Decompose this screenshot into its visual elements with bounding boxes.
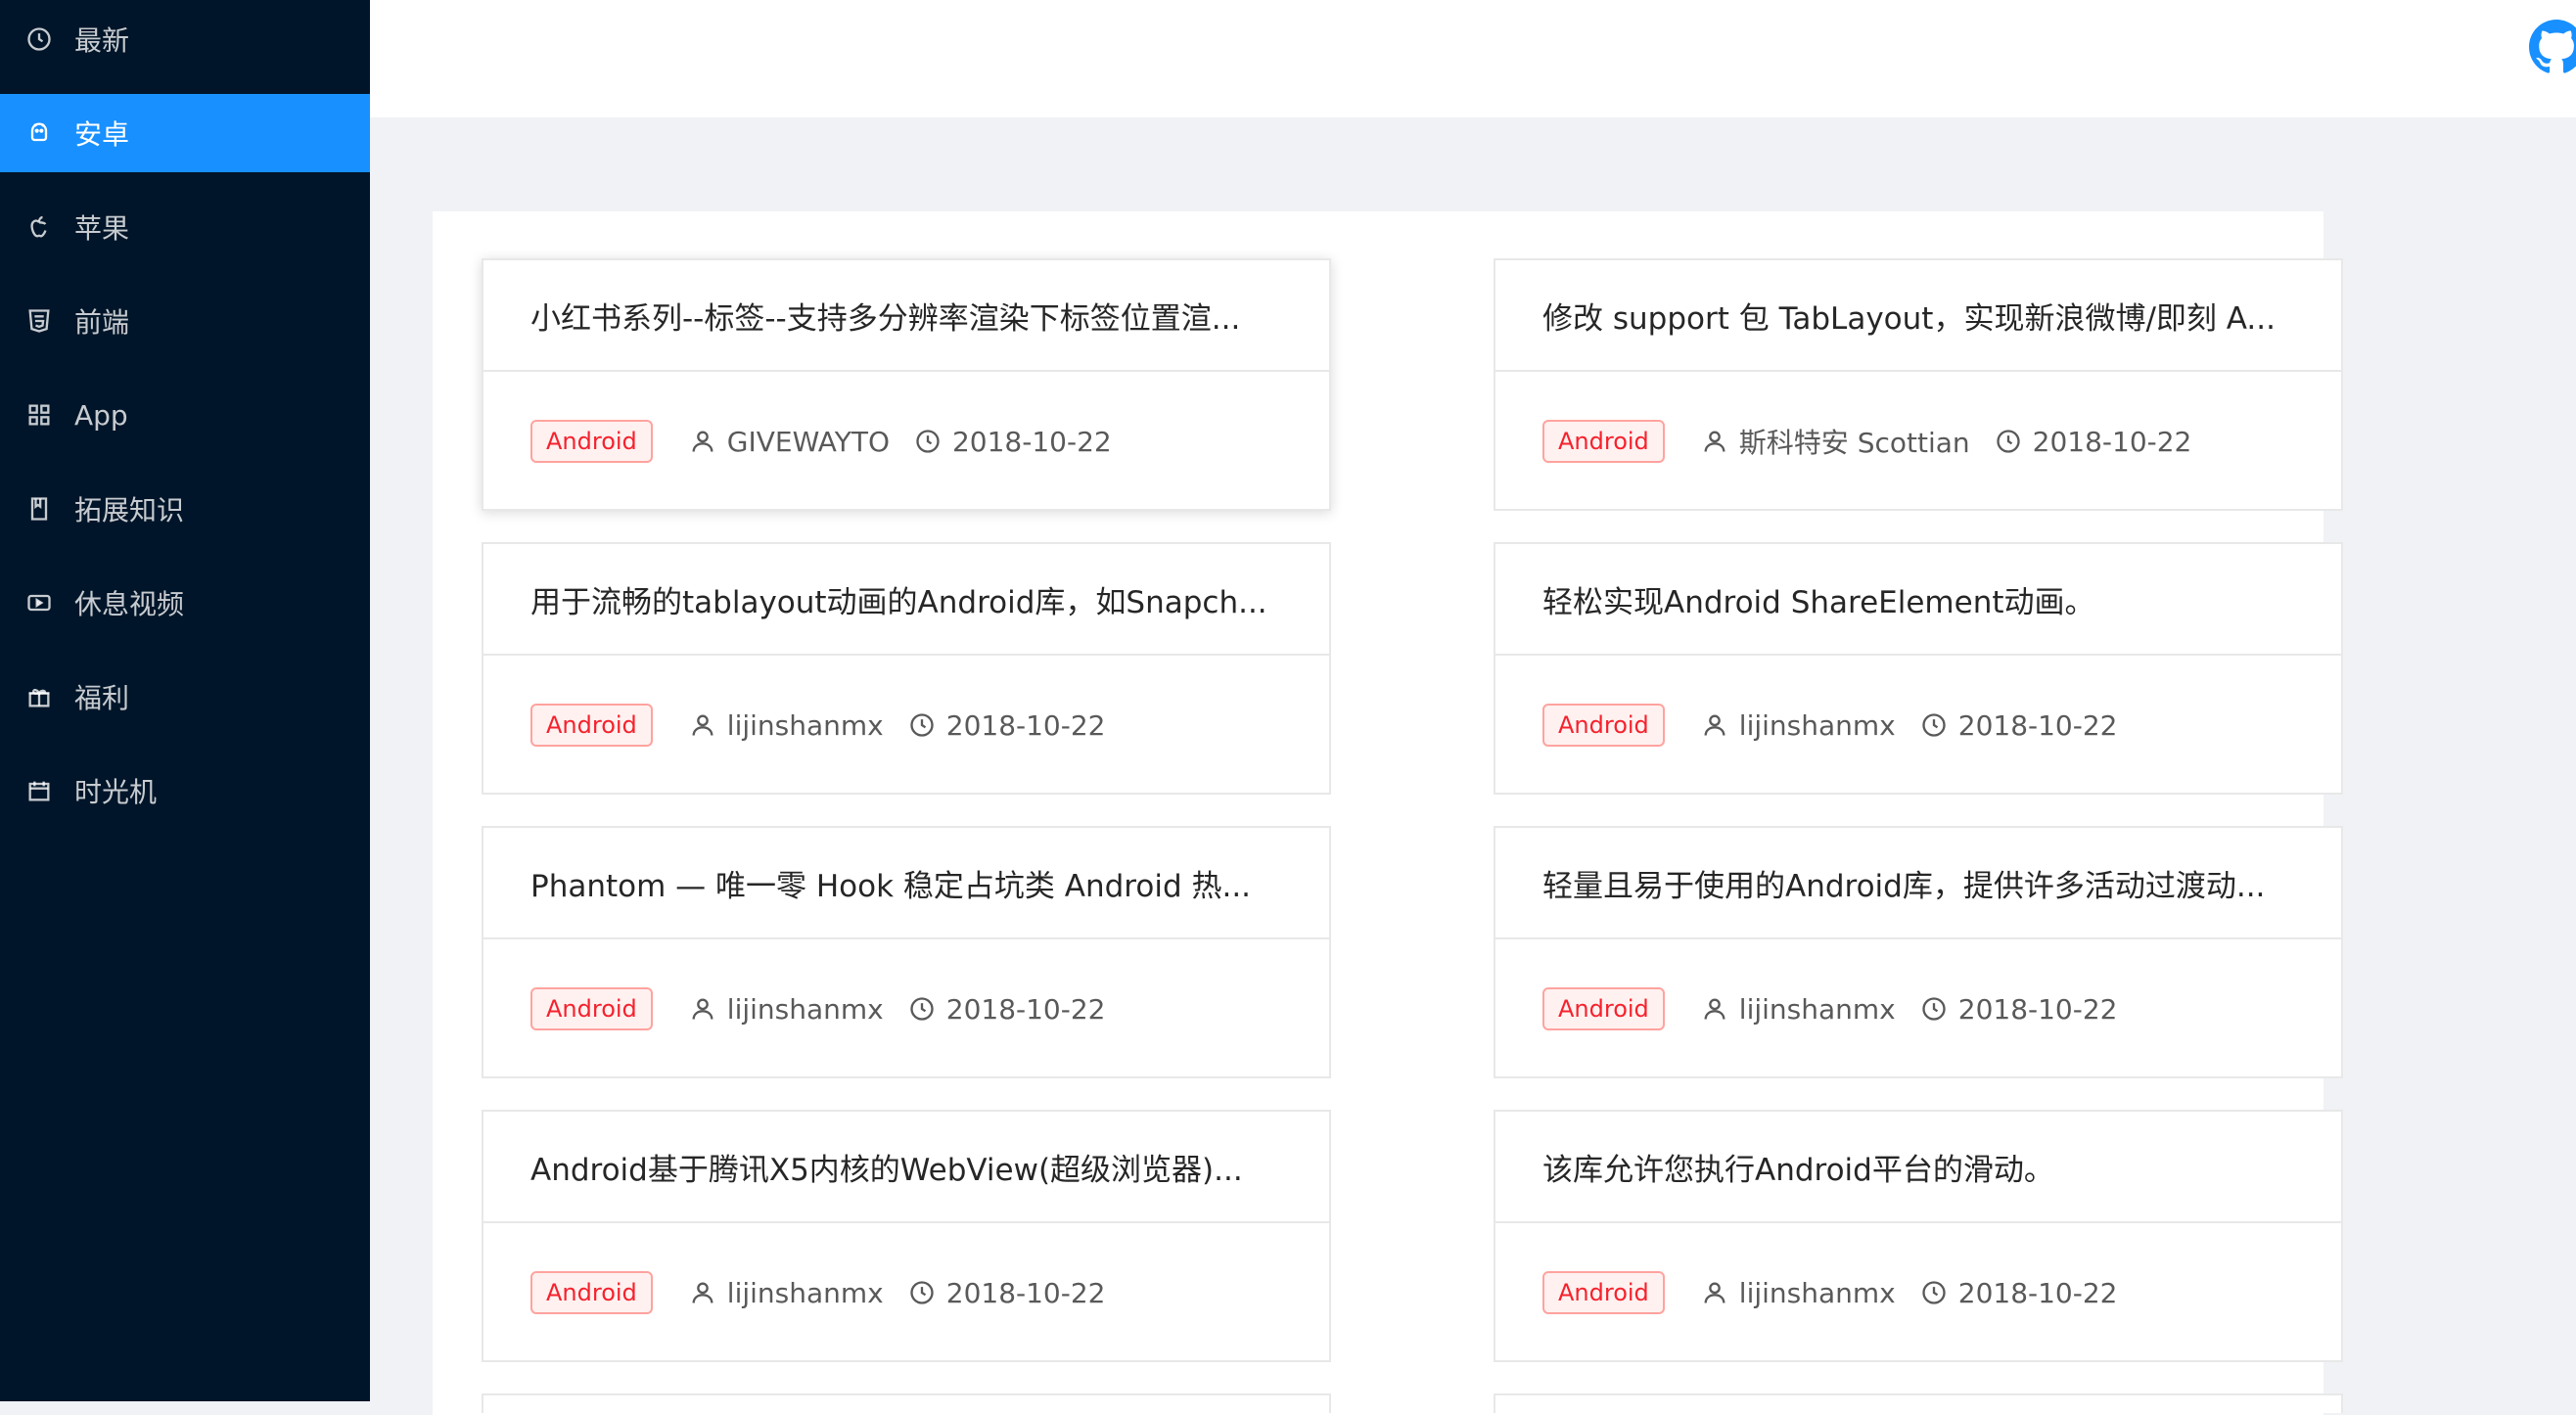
user-icon xyxy=(688,1278,717,1307)
publish-date: 2018-10-22 xyxy=(945,708,1106,742)
clock-icon xyxy=(907,710,937,740)
author-name: lijinshanmx xyxy=(726,992,884,1026)
user-icon xyxy=(688,710,717,740)
sidebar-item-video[interactable]: 休息视频 xyxy=(0,564,370,642)
user-icon xyxy=(688,994,717,1024)
clock-icon xyxy=(907,994,937,1024)
sidebar-item-label: 时光机 xyxy=(74,776,158,808)
sidebar-item-label: 最新 xyxy=(74,24,130,57)
card-meta: Android lijinshanmx 2018-10-22 xyxy=(1495,656,2341,795)
card-meta: Android lijinshanmx 2018-10-22 xyxy=(483,656,1329,795)
category-tag: Android xyxy=(530,704,653,747)
category-tag: Android xyxy=(1542,704,1665,747)
author-name: lijinshanmx xyxy=(1738,992,1896,1026)
clock-icon xyxy=(1919,710,1949,740)
card-title[interactable]: 轻量且易于使用的Android库，提供许多活动过渡动... xyxy=(1495,828,2341,939)
book-icon xyxy=(23,493,55,525)
author-name: lijinshanmx xyxy=(726,1276,884,1309)
article-card-partial[interactable] xyxy=(1494,1393,2343,1413)
category-tag: Android xyxy=(530,1271,653,1314)
html5-icon xyxy=(23,305,55,337)
card-meta: Android lijinshanmx 2018-10-22 xyxy=(483,1223,1329,1362)
sidebar-item-label: 苹果 xyxy=(74,212,130,245)
article-card[interactable]: 轻量且易于使用的Android库，提供许多活动过渡动... Android li… xyxy=(1494,826,2343,1078)
card-title[interactable]: 用于流畅的tablayout动画的Android库，如Snapch... xyxy=(483,544,1329,656)
publish-date: 2018-10-22 xyxy=(945,1276,1106,1309)
sidebar-item-frontend[interactable]: 前端 xyxy=(0,282,370,360)
user-icon xyxy=(1700,1278,1729,1307)
clock-icon xyxy=(1919,994,1949,1024)
article-card[interactable]: 修改 support 包 TabLayout，实现新浪微博/即刻 A... An… xyxy=(1494,258,2343,511)
card-meta: Android lijinshanmx 2018-10-22 xyxy=(1495,939,2341,1078)
card-title[interactable]: Phantom — 唯一零 Hook 稳定占坑类 Android 热... xyxy=(483,828,1329,939)
author-name: lijinshanmx xyxy=(1738,1276,1896,1309)
clock-icon xyxy=(1919,1278,1949,1307)
card-meta: Android lijinshanmx 2018-10-22 xyxy=(1495,1223,2341,1362)
sidebar-item-timemachine[interactable]: 时光机 xyxy=(0,752,370,830)
category-tag: Android xyxy=(530,987,653,1030)
content-area: 小红书系列--标签--支持多分辨率渲染下标签位置渲... Android GIV… xyxy=(433,211,2343,1415)
android-icon xyxy=(23,117,55,149)
category-tag: Android xyxy=(1542,1271,1665,1314)
card-title[interactable]: 小红书系列--标签--支持多分辨率渲染下标签位置渲... xyxy=(483,260,1329,372)
clock-icon xyxy=(907,1278,937,1307)
clock-icon xyxy=(23,23,55,55)
card-title[interactable]: 该库允许您执行Android平台的滑动。 xyxy=(1495,1112,2341,1223)
card-meta: Android 斯科特安 Scottian 2018-10-22 xyxy=(1495,372,2341,511)
clock-icon xyxy=(1994,427,2023,456)
user-icon xyxy=(688,427,717,456)
sidebar-item-label: 福利 xyxy=(74,682,130,714)
sidebar-item-label: 休息视频 xyxy=(74,588,185,620)
category-tag: Android xyxy=(1542,420,1665,463)
header xyxy=(370,0,2576,117)
article-card[interactable]: 该库允许您执行Android平台的滑动。 Android lijinshanmx… xyxy=(1494,1110,2343,1362)
article-card[interactable]: Phantom — 唯一零 Hook 稳定占坑类 Android 热... An… xyxy=(482,826,1331,1078)
publish-date: 2018-10-22 xyxy=(951,425,1112,458)
sidebar-item-welfare[interactable]: 福利 xyxy=(0,658,370,736)
publish-date: 2018-10-22 xyxy=(1957,1276,2118,1309)
article-card[interactable]: Android基于腾讯X5内核的WebView(超级浏览器)... Androi… xyxy=(482,1110,1331,1362)
sidebar-item-apple[interactable]: 苹果 xyxy=(0,188,370,266)
article-card-partial[interactable] xyxy=(482,1393,1331,1413)
sidebar-item-label: 前端 xyxy=(74,306,130,339)
card-meta: Android GIVEWAYTO 2018-10-22 xyxy=(483,372,1329,511)
appstore-icon xyxy=(23,399,55,431)
author-name: 斯科特安 Scottian xyxy=(1738,427,1970,459)
author-name: lijinshanmx xyxy=(1738,708,1896,742)
author-name: GIVEWAYTO xyxy=(726,425,890,458)
publish-date: 2018-10-22 xyxy=(945,992,1106,1026)
sidebar: 最新 安卓 苹果 前端 App 拓展知识 休息视频 福利 时光机 xyxy=(0,0,370,1401)
publish-date: 2018-10-22 xyxy=(1957,992,2118,1026)
card-meta: Android lijinshanmx 2018-10-22 xyxy=(483,939,1329,1078)
user-icon xyxy=(1700,427,1729,456)
user-icon xyxy=(1700,710,1729,740)
github-icon[interactable] xyxy=(2529,20,2576,74)
sidebar-item-latest[interactable]: 最新 xyxy=(0,0,370,78)
publish-date: 2018-10-22 xyxy=(1957,708,2118,742)
video-icon xyxy=(23,587,55,618)
category-tag: Android xyxy=(530,420,653,463)
sidebar-item-label: App xyxy=(74,398,128,432)
sidebar-item-label: 安卓 xyxy=(74,118,130,151)
card-title[interactable]: 轻松实现Android ShareElement动画。 xyxy=(1495,544,2341,656)
card-title[interactable]: 修改 support 包 TabLayout，实现新浪微博/即刻 A... xyxy=(1495,260,2341,372)
apple-icon xyxy=(23,211,55,243)
author-name: lijinshanmx xyxy=(726,708,884,742)
article-card[interactable]: 小红书系列--标签--支持多分辨率渲染下标签位置渲... Android GIV… xyxy=(482,258,1331,511)
category-tag: Android xyxy=(1542,987,1665,1030)
article-card[interactable]: 用于流畅的tablayout动画的Android库，如Snapch... And… xyxy=(482,542,1331,795)
sidebar-item-label: 拓展知识 xyxy=(74,494,185,526)
sidebar-item-knowledge[interactable]: 拓展知识 xyxy=(0,470,370,548)
sidebar-item-android[interactable]: 安卓 xyxy=(0,94,370,172)
calendar-icon xyxy=(23,775,55,806)
article-card[interactable]: 轻松实现Android ShareElement动画。 Android liji… xyxy=(1494,542,2343,795)
user-icon xyxy=(1700,994,1729,1024)
sidebar-item-app[interactable]: App xyxy=(0,376,370,454)
gift-icon xyxy=(23,681,55,712)
publish-date: 2018-10-22 xyxy=(2032,425,2192,458)
clock-icon xyxy=(913,427,943,456)
card-title[interactable]: Android基于腾讯X5内核的WebView(超级浏览器)... xyxy=(483,1112,1329,1223)
